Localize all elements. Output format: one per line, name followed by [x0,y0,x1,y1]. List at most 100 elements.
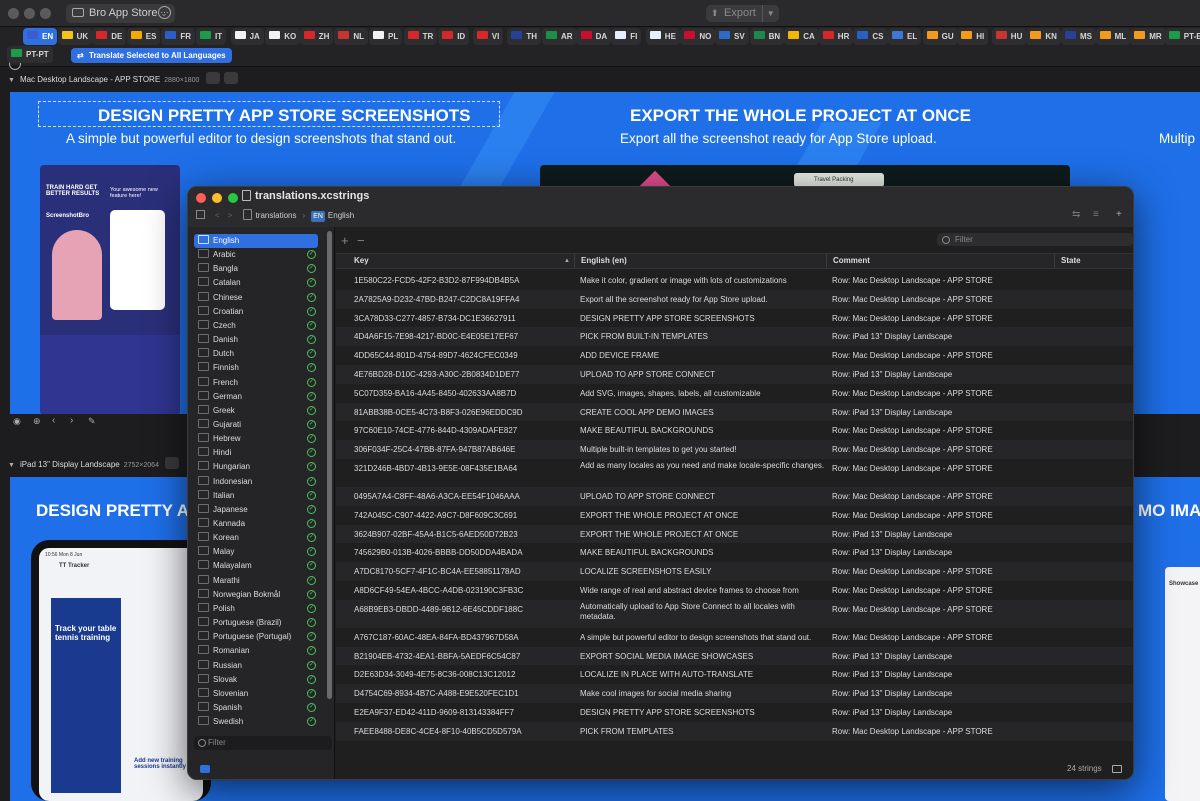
language-chip-pl[interactable]: PL [369,28,403,45]
table-row[interactable]: 3CA78D33-C277-4857-B734-DC1E36627911 DESI… [336,309,1133,328]
slide-title[interactable]: DESIGN PRETTY A [36,501,189,521]
sidebar-language-item[interactable]: Greek ✓ [194,404,318,418]
sidebar-language-item[interactable]: Danish ✓ [194,333,318,347]
column-header-english[interactable]: English (en) [574,254,826,268]
remove-string-button[interactable]: − [357,233,365,248]
sidebar-language-item[interactable]: Indonesian ✓ [194,475,318,489]
table-row[interactable]: 4D4A6F15-7E98-4217-BD0C-E4E05E17EF67 PICK… [336,327,1133,347]
language-chip-pt-br[interactable]: PT-BR [1164,28,1200,45]
chevron-down-icon[interactable]: ▼ [8,70,15,92]
sidebar-language-item[interactable]: Slovenian ✓ [194,687,318,701]
language-chip-ar[interactable]: AR [542,28,577,45]
sidebar-language-item[interactable]: German ✓ [194,390,318,404]
table-row[interactable]: 4E76BD28-D10C-4293-A30C-2B0834D1DE77 UPLO… [336,365,1133,384]
language-chip-en[interactable]: EN [23,28,58,45]
add-icon[interactable]: + [1116,209,1122,220]
table-row[interactable]: FAEE8488-DE8C-4CE4-8F10-40B5CD5D579A PICK… [336,721,1133,741]
table-row[interactable]: 2A7825A9-D232-47BD-B247-C2DC8A19FFA4 Expo… [336,289,1133,309]
language-chip-da[interactable]: DA [576,28,612,45]
table-row[interactable]: D2E63D34-3049-4E75-8C36-008C13C12012 LOCA… [336,665,1133,684]
pencil-icon[interactable] [165,457,180,469]
language-chip-it[interactable]: IT [196,28,227,45]
export-menu-chevron-icon[interactable]: ▼ [761,5,775,22]
sidebar-language-item[interactable]: Hebrew ✓ [194,432,318,446]
sidebar-language-item[interactable]: Malay ✓ [194,545,318,559]
list-icon[interactable]: ≡ [1093,209,1099,220]
back-arrow-icon[interactable]: < [215,211,220,220]
table-row[interactable]: 3624B907-02BF-45A4-B1C5-6AED50D72B23 EXPO… [336,524,1133,544]
language-chip-kn[interactable]: KN [1026,28,1061,45]
plus-circle-icon[interactable]: ⊕ [33,416,41,427]
language-chip-mr[interactable]: MR [1130,28,1166,45]
close-window-button[interactable] [196,193,206,203]
sidebar-language-item[interactable]: Kannada ✓ [194,517,318,531]
column-header-key[interactable]: Key [348,254,566,268]
sidebar-language-item[interactable]: Portuguese (Portugal) ✓ [194,630,318,644]
slide-title[interactable]: DESIGN PRETTY APP STORE SCREENSHOTS [98,106,471,126]
sidebar-language-item[interactable]: Croatian ✓ [194,305,318,319]
minimize-window-button[interactable] [24,8,35,19]
translate-all-button[interactable]: Translate Selected to All Languages [71,48,232,63]
language-chip-el[interactable]: EL [888,28,922,45]
sort-ascending-icon[interactable]: ▲ [564,254,570,268]
language-chip-tr[interactable]: TR [403,28,438,45]
language-chip-pt-pt[interactable]: PT-PT [7,46,53,63]
sidebar-language-item[interactable]: Arabic ✓ [194,248,318,262]
sidebar-language-item[interactable]: French ✓ [194,376,318,390]
sidebar-language-item[interactable]: Gujarati ✓ [194,418,318,432]
table-row[interactable]: E2EA9F37-ED42-411D-9609-813143384FF7 DESI… [336,703,1133,722]
sidebar-language-item[interactable]: Marathi ✓ [194,574,318,588]
language-chip-hu[interactable]: HU [991,28,1027,45]
sidebar-language-item[interactable]: Dutch ✓ [194,347,318,361]
sidebar-language-item[interactable]: English [194,234,318,248]
breadcrumb-lang[interactable]: English [328,211,354,220]
language-chip-ms[interactable]: MS [1061,28,1096,45]
language-chip-th[interactable]: TH [507,28,542,45]
table-row[interactable]: 5C07D359-BA16-4A45-8450-402633AA8B7D Add … [336,384,1133,403]
language-chip-ja[interactable]: JA [230,28,264,45]
sidebar-language-item[interactable]: Hindi ✓ [194,446,318,460]
slide-title[interactable]: MO IMAG [1138,501,1200,521]
language-chip-he[interactable]: HE [645,28,680,45]
slide-title[interactable]: EXPORT THE WHOLE PROJECT AT ONCE [630,106,971,126]
inspector-toggle-icon[interactable] [1112,765,1122,773]
sidebar-language-item[interactable]: Finnish ✓ [194,361,318,375]
table-row[interactable]: A68B9EB3-DBDD-4489-9B12-6E45CDDF188C Auto… [336,599,1133,628]
sidebar-language-item[interactable]: Swedish ✓ [194,715,318,729]
table-row[interactable]: 321D246B-4BD7-4B13-9E5E-08F435E1BA64 Add … [336,459,1133,487]
table-row[interactable]: 81ABB38B-0CE5-4C73-B8F3-026E96EDDC9D CREA… [336,402,1133,422]
table-row[interactable]: 306F034F-25C4-47BB-87FA-947B87AB646E Mult… [336,440,1133,459]
table-row[interactable]: 745629B0-013B-4026-BBBB-DD50DDA4BADA MAKE… [336,543,1133,562]
language-chip-vi[interactable]: VI [472,28,504,45]
slide-subtitle[interactable]: Export all the screenshot ready for App … [620,131,937,146]
pencil-icon[interactable] [205,72,220,84]
language-chip-ml[interactable]: ML [1095,28,1131,45]
sidebar-language-item[interactable]: Italian ✓ [194,489,318,503]
sidebar-filter-input[interactable]: Filter [194,736,332,750]
forward-arrow-icon[interactable]: > [228,211,233,220]
table-filter-input[interactable]: Filter [937,233,1133,246]
chevron-right-icon[interactable]: › [70,415,73,426]
sidebar-language-item[interactable]: Malayalam ✓ [194,559,318,573]
language-chip-ko[interactable]: KO [265,28,301,45]
eye-icon[interactable] [223,72,238,84]
sidebar-language-item[interactable]: Romanian ✓ [194,644,318,658]
language-chip-sv[interactable]: SV [715,28,749,45]
table-row[interactable]: 1E580C22-FCD5-42F2-B3D2-87F994DB4B5A Make… [336,271,1133,290]
table-row[interactable]: 97C60E10-74CE-4776-844D-4309ADAFE827 MAKE… [336,421,1133,440]
language-chip-no[interactable]: NO [680,28,716,45]
sidebar-scrollbar[interactable] [327,231,332,699]
language-chip-bn[interactable]: BN [749,28,785,45]
sidebar-language-item[interactable]: Spanish ✓ [194,701,318,715]
sidebar-language-item[interactable]: Hungarian ✓ [194,460,318,474]
chevron-down-icon[interactable]: ▼ [8,455,15,477]
swap-icon[interactable]: ⇆ [1072,209,1080,220]
slide-subtitle[interactable]: A simple but powerful editor to design s… [66,131,456,146]
sidebar-language-item[interactable]: Korean ✓ [194,531,318,545]
export-button[interactable]: Export ▼ [706,5,779,22]
ellipsis-icon[interactable]: ··· [158,6,171,19]
table-row[interactable]: D4754C69-8934-4B7C-A488-E9E520FEC1D1 Make… [336,684,1133,703]
sidebar-language-item[interactable]: Czech ✓ [194,319,318,333]
sidebar-toggle-icon[interactable] [200,765,210,773]
row-header-mac[interactable]: ▼ Mac Desktop Landscape - APP STORE 2880×1… [0,69,1200,91]
